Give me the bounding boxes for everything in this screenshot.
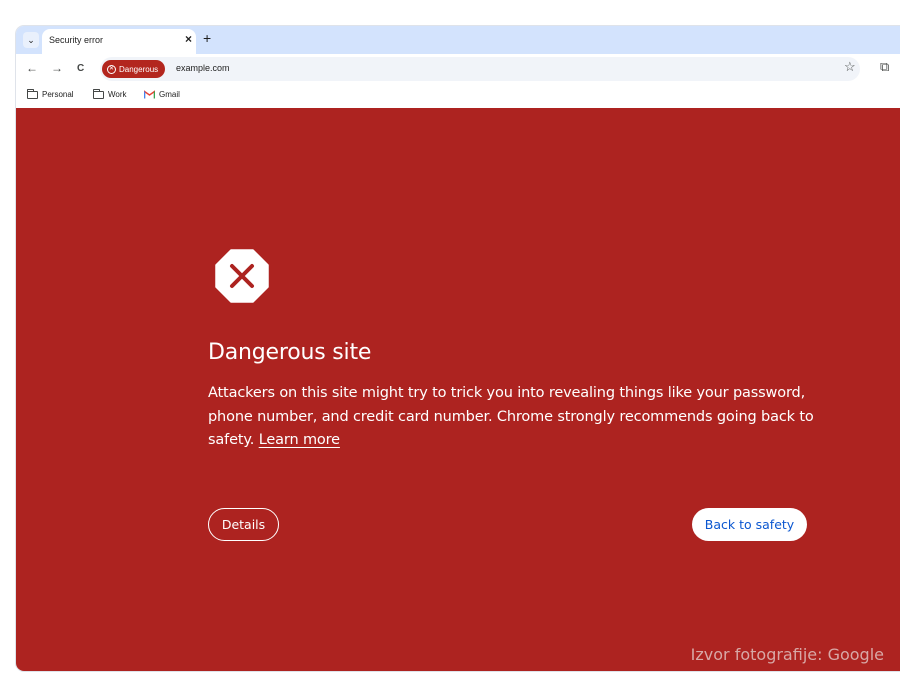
learn-more-link[interactable]: Learn more xyxy=(259,432,340,448)
back-to-safety-button[interactable]: Back to safety xyxy=(692,508,807,541)
folder-icon xyxy=(93,88,104,99)
browser-window: ⌄ Security error × + ← → C ✕ Dangerous e… xyxy=(16,26,900,671)
image-credit: Izvor fotografije: Google xyxy=(690,645,884,664)
warning-message: Attackers on this site might try to tric… xyxy=(208,382,818,453)
tab-search-button[interactable]: ⌄ xyxy=(23,32,39,48)
bookmark-label: Work xyxy=(108,90,127,99)
chevron-down-icon: ⌄ xyxy=(27,34,35,45)
bookmark-star-icon[interactable]: ☆ xyxy=(844,60,856,73)
reload-icon[interactable]: C xyxy=(77,63,84,75)
tab-strip: ⌄ Security error × + xyxy=(16,26,900,54)
danger-chip-label: Dangerous xyxy=(119,64,159,74)
page-title: Dangerous site xyxy=(208,340,372,365)
gmail-icon xyxy=(144,90,155,99)
bookmark-label: Personal xyxy=(42,90,74,99)
back-arrow-icon[interactable]: ← xyxy=(26,62,38,74)
bookmark-personal[interactable]: Personal xyxy=(27,88,74,99)
new-tab-button[interactable]: + xyxy=(203,31,211,45)
address-bar[interactable]: ✕ Dangerous example.com xyxy=(100,57,860,81)
url-text[interactable]: example.com xyxy=(176,63,230,73)
interstitial-page: Dangerous site Attackers on this site mi… xyxy=(16,108,900,671)
tab-security-error[interactable]: Security error × xyxy=(42,29,196,54)
toolbar: ← → C ✕ Dangerous example.com ☆ ⧉ xyxy=(16,54,900,84)
close-icon[interactable]: × xyxy=(185,33,192,45)
details-button[interactable]: Details xyxy=(208,508,279,541)
bookmark-gmail[interactable]: Gmail xyxy=(144,90,180,99)
bookmarks-bar: Personal Work Gmail xyxy=(16,84,900,108)
danger-icon: ✕ xyxy=(107,64,116,74)
folder-icon xyxy=(27,88,38,99)
extensions-icon[interactable]: ⧉ xyxy=(880,60,889,73)
danger-octagon-icon xyxy=(215,249,269,303)
dangerous-site-chip[interactable]: ✕ Dangerous xyxy=(102,60,166,78)
bookmark-work[interactable]: Work xyxy=(93,88,127,99)
tab-title: Security error xyxy=(49,35,104,45)
forward-arrow-icon[interactable]: → xyxy=(51,62,63,74)
bookmark-label: Gmail xyxy=(159,90,180,99)
